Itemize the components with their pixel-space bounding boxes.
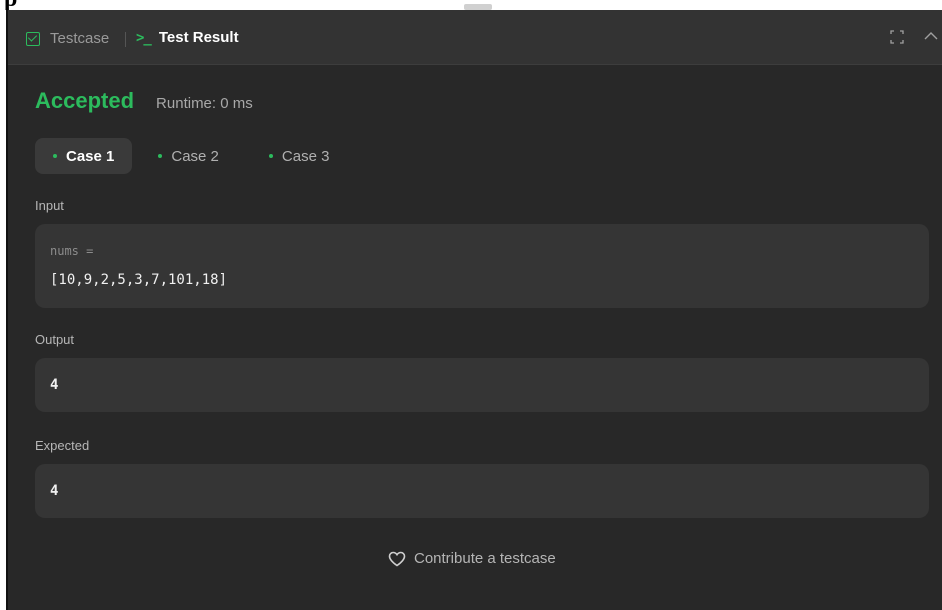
expected-box: 4 xyxy=(35,464,929,518)
output-box: 4 xyxy=(35,358,929,412)
case-tab-label: Case 3 xyxy=(281,147,330,165)
tab-test-result-label: Test Result xyxy=(158,29,239,46)
fragment-glyph: p xyxy=(4,0,17,10)
input-var-name: nums = xyxy=(50,244,94,258)
chevron-up-icon[interactable] xyxy=(923,29,939,43)
case-pass-dot xyxy=(158,154,163,158)
case-tab-2[interactable]: Case 2 xyxy=(140,138,237,174)
output-value: 4 xyxy=(50,377,59,393)
tab-test-result[interactable]: >_ Test Result xyxy=(136,29,239,46)
case-pass-dot xyxy=(53,154,57,158)
top-cut-strip: p xyxy=(0,0,942,10)
input-value: [10,9,2,5,3,7,101,18] xyxy=(50,272,228,288)
heart-icon xyxy=(388,551,406,566)
case-tabs: Case 1 Case 2 Case 3 xyxy=(35,138,347,174)
checkbox-icon xyxy=(26,31,40,46)
case-tab-3[interactable]: Case 3 xyxy=(251,138,348,174)
expected-label: Expected xyxy=(35,438,90,453)
result-status-row: Accepted Runtime: 0 ms xyxy=(35,88,253,114)
test-result-panel: Testcase >_ Test Result Accepted Runtime… xyxy=(6,10,942,610)
case-tab-1[interactable]: Case 1 xyxy=(35,138,133,174)
expected-value: 4 xyxy=(50,483,59,499)
expand-icon[interactable] xyxy=(890,30,904,44)
input-box[interactable]: nums = [10,9,2,5,3,7,101,18] xyxy=(35,224,929,308)
output-label: Output xyxy=(35,332,75,347)
contribute-label: Contribute a testcase xyxy=(414,550,556,567)
runtime-text: Runtime: 0 ms xyxy=(156,95,253,112)
tab-testcase-label: Testcase xyxy=(50,30,110,47)
status-accepted: Accepted xyxy=(35,88,135,113)
tab-testcase[interactable]: Testcase xyxy=(26,30,109,47)
case-tab-label: Case 2 xyxy=(171,147,219,165)
input-label: Input xyxy=(35,198,64,213)
contribute-testcase-button[interactable]: Contribute a testcase xyxy=(388,550,556,567)
tab-divider xyxy=(125,32,126,47)
terminal-prompt-icon: >_ xyxy=(136,29,152,46)
case-tab-label: Case 1 xyxy=(66,147,115,165)
case-pass-dot xyxy=(268,154,273,158)
panel-header: Testcase >_ Test Result xyxy=(8,10,942,65)
